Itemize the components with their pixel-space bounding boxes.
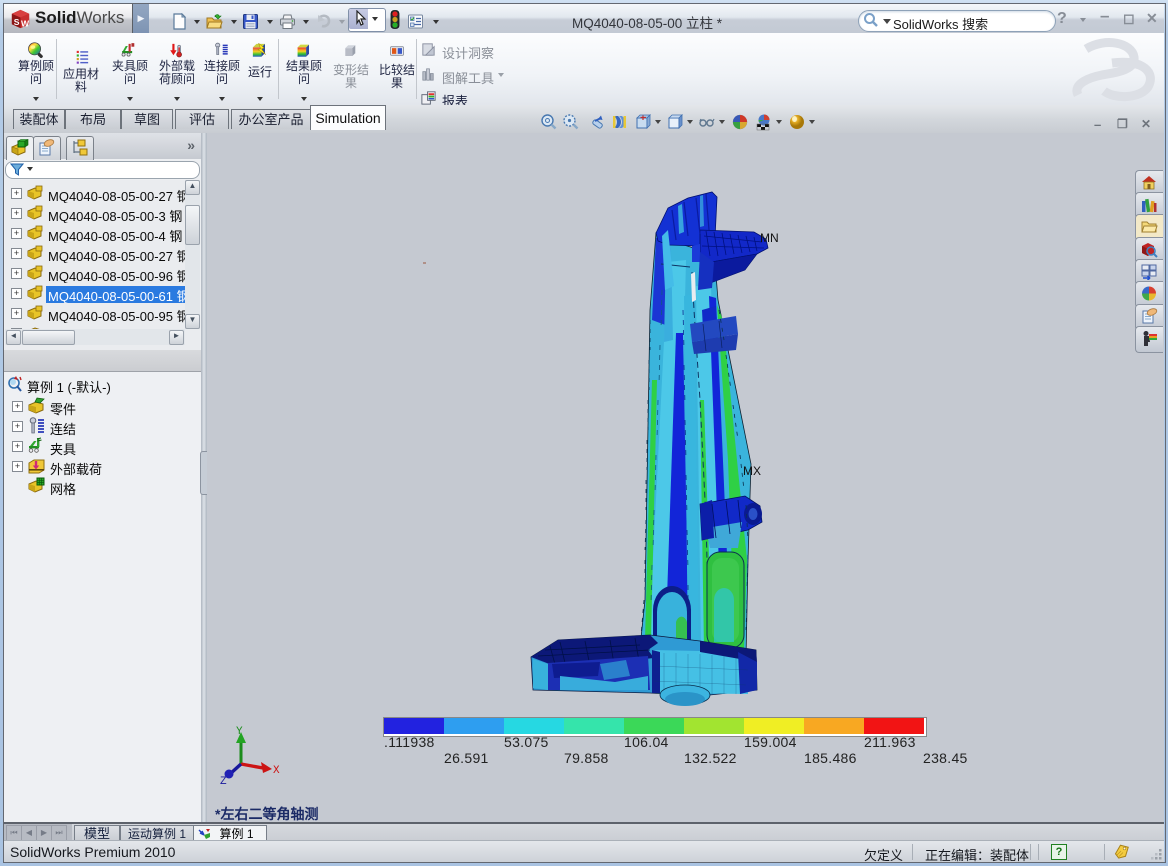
- svg-text:X: X: [273, 765, 280, 777]
- svg-text:Y: Y: [236, 726, 243, 738]
- svg-text:Z: Z: [220, 776, 227, 788]
- svg-text:S: S: [14, 17, 20, 27]
- svg-text:W: W: [21, 19, 30, 29]
